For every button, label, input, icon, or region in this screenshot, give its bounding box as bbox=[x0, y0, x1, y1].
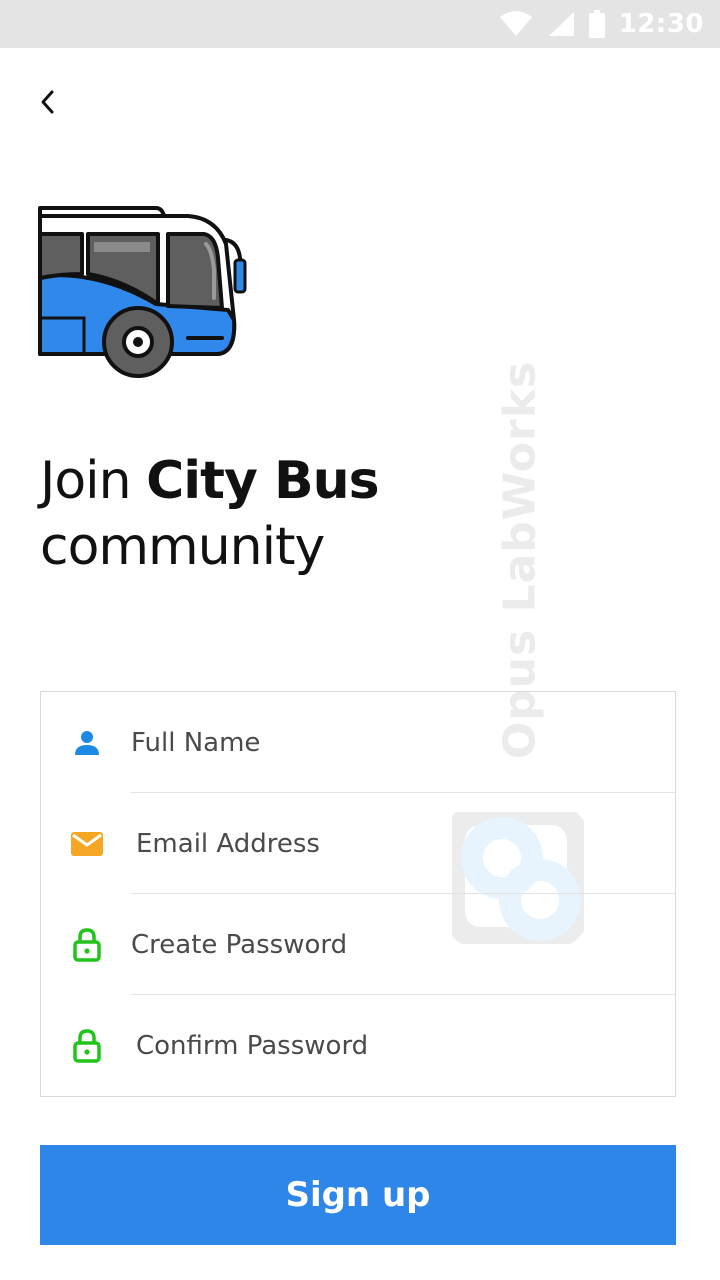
email-field[interactable] bbox=[136, 818, 655, 869]
headline-prefix: Join bbox=[40, 451, 147, 511]
mail-icon bbox=[69, 826, 105, 862]
status-bar: 12:30 bbox=[0, 0, 720, 48]
confirm-password-row bbox=[41, 995, 675, 1096]
chevron-left-icon bbox=[38, 89, 58, 120]
signup-form bbox=[40, 691, 676, 1097]
full-name-row bbox=[41, 692, 675, 793]
lock-icon bbox=[69, 927, 105, 963]
cellular-signal-icon bbox=[547, 11, 575, 37]
headline-brand: City Bus bbox=[146, 451, 379, 511]
lock-icon bbox=[69, 1028, 105, 1064]
full-name-field[interactable] bbox=[131, 717, 655, 768]
battery-icon bbox=[588, 10, 605, 38]
person-icon bbox=[69, 725, 105, 761]
create-password-row bbox=[41, 894, 675, 995]
status-time: 12:30 bbox=[618, 9, 704, 39]
back-button[interactable] bbox=[26, 82, 70, 126]
create-password-field[interactable] bbox=[131, 919, 655, 970]
confirm-password-field[interactable] bbox=[136, 1020, 655, 1071]
signup-button[interactable]: Sign up bbox=[40, 1145, 676, 1245]
page-title: Join City Bus community bbox=[40, 448, 640, 580]
wifi-icon bbox=[499, 11, 533, 37]
email-row bbox=[41, 793, 675, 894]
headline-suffix: community bbox=[40, 517, 325, 577]
bus-icon bbox=[38, 200, 250, 385]
